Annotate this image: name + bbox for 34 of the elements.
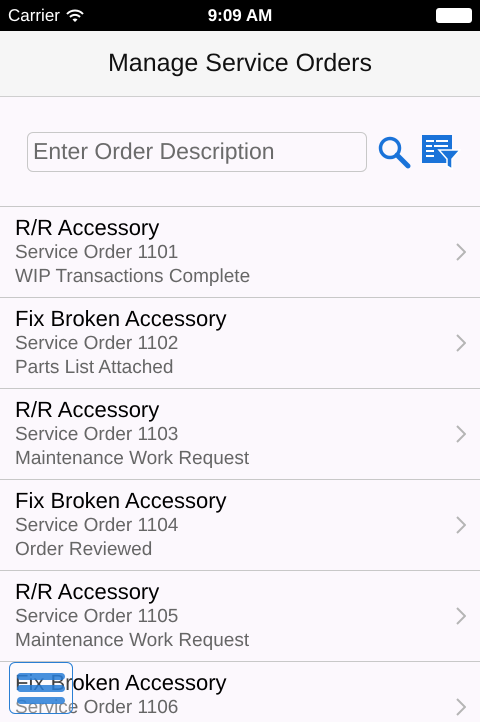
order-title: R/R Accessory: [15, 579, 160, 605]
search-icon[interactable]: [377, 134, 411, 168]
wifi-icon: [66, 8, 84, 22]
chevron-icon: [456, 334, 466, 352]
order-status: Maintenance Work Request: [15, 447, 250, 471]
chevron-icon: [456, 516, 466, 534]
order-number: Service Order 1101: [15, 241, 178, 265]
chevron-icon: [456, 698, 466, 716]
battery-icon: [436, 8, 472, 23]
search-field[interactable]: Enter Order Description: [27, 132, 367, 172]
status-time: 9:09 AM: [206, 6, 274, 26]
order-row[interactable]: Fix Broken Accessory Service Order 1104 Order Reviewed: [0, 480, 480, 571]
order-row[interactable]: R/R Accessory Service Order 1103 Maintenance Work Request: [0, 389, 480, 480]
order-title: R/R Accessory: [15, 397, 160, 423]
order-title: Fix Broken Accessory: [15, 488, 227, 514]
chevron-icon: [456, 243, 466, 261]
order-number: Service Order 1104: [15, 514, 178, 538]
order-row[interactable]: R/R Accessory Service Order 1101 WIP Transactions Complete: [0, 207, 480, 298]
carrier-label: Carrier: [8, 6, 60, 26]
chevron-icon: [456, 425, 466, 443]
order-status: Parts List Attached: [15, 356, 174, 380]
order-row[interactable]: Fix Broken Accessory Service Order 1102 Parts List Attached: [0, 298, 480, 389]
order-title: Fix Broken Accessory: [15, 306, 227, 332]
filter-list-icon[interactable]: [421, 134, 461, 170]
order-number: Service Order 1102: [15, 332, 178, 356]
order-row[interactable]: R/R Accessory Service Order 1105 Maintenance Work Request: [0, 571, 480, 662]
chevron-icon: [456, 607, 466, 625]
order-status: WIP Transactions Complete: [15, 265, 250, 289]
page-title: Manage Service Orders: [108, 49, 372, 78]
order-status: Order Reviewed: [15, 538, 152, 562]
order-status: Maintenance Work Request: [15, 629, 250, 653]
order-title: R/R Accessory: [15, 215, 160, 241]
order-number: Service Order 1103: [15, 423, 178, 447]
order-number: Service Order 1105: [15, 605, 178, 629]
